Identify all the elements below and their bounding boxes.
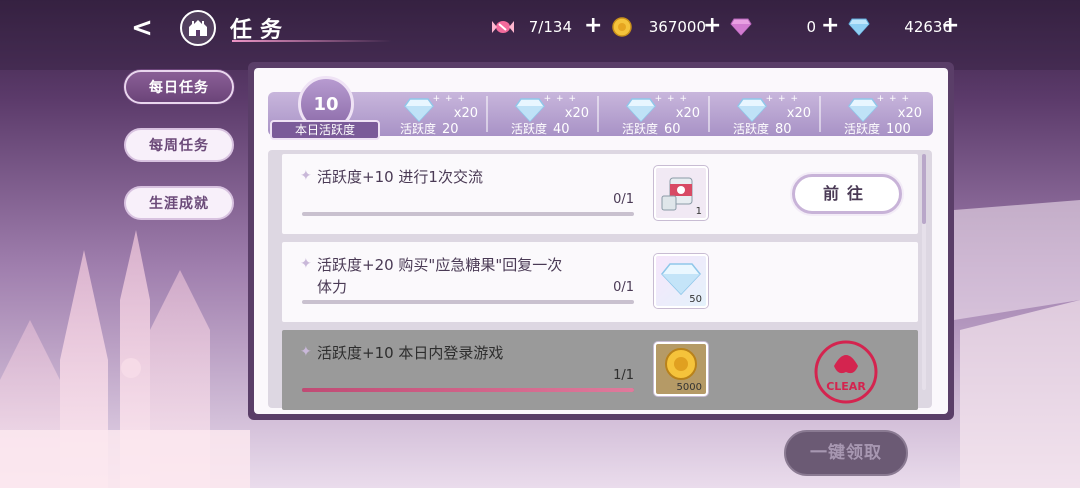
activity-reward-80[interactable]: + + + x20 活跃度 80 bbox=[711, 92, 821, 137]
pink-diamond-count: 0 bbox=[806, 18, 816, 36]
resource-gold: 367000 bbox=[612, 14, 706, 40]
reward-count: 5000 bbox=[676, 382, 702, 393]
reward-threshold-label: 活跃度 80 bbox=[733, 122, 792, 137]
claim-all-button[interactable]: 一键领取 bbox=[784, 430, 908, 476]
reward-item[interactable]: 50 bbox=[654, 254, 708, 308]
reward-multiplier: x20 bbox=[675, 106, 700, 121]
reward-count: 1 bbox=[695, 206, 702, 217]
reward-count: 50 bbox=[689, 294, 702, 305]
home-button[interactable] bbox=[180, 10, 216, 46]
task-progress-bar bbox=[302, 212, 634, 216]
add-candy-button[interactable]: + bbox=[584, 13, 602, 39]
task-progress-bar bbox=[302, 300, 634, 304]
diamond-icon bbox=[404, 98, 434, 122]
diamond-icon bbox=[737, 98, 767, 122]
blue-diamond-icon bbox=[848, 18, 870, 36]
reward-threshold-label: 活跃度 60 bbox=[622, 122, 681, 137]
reward-multiplier: x20 bbox=[564, 106, 589, 121]
task-progress-text: 0/1 bbox=[613, 280, 634, 295]
tab-weekly-tasks[interactable]: 每周任务 bbox=[124, 128, 234, 162]
task-row: ✦ 活跃度+20 购买"应急糖果"回复一次体力 0/1 50 bbox=[282, 242, 918, 322]
back-arrow-icon: < bbox=[131, 13, 153, 43]
reward-threshold-label: 活跃度 20 bbox=[400, 122, 459, 137]
task-progress-bar bbox=[302, 388, 634, 392]
resource-candy: 7/134 bbox=[490, 14, 572, 40]
task-progress-fill bbox=[302, 388, 634, 392]
back-button[interactable]: < bbox=[124, 10, 160, 46]
top-bar: < 任务 7/134 + 367000 + 0 + 42636 + bbox=[0, 0, 1080, 56]
tab-weekly-tasks-label: 每周任务 bbox=[149, 138, 209, 154]
diamond-icon bbox=[515, 98, 545, 122]
title-underline-decoration bbox=[232, 40, 392, 42]
blue-diamond-count: 42636 bbox=[904, 18, 952, 36]
reward-dots: + + + bbox=[876, 94, 910, 104]
activity-reward-60[interactable]: + + + x20 活跃度 60 bbox=[600, 92, 710, 137]
sparkle-icon: ✦ bbox=[300, 168, 312, 184]
gold-count: 367000 bbox=[648, 18, 706, 36]
castle-icon bbox=[189, 20, 207, 36]
resource-pink-diamond: 0 bbox=[730, 14, 816, 40]
reward-item[interactable]: 5000 bbox=[654, 342, 708, 396]
divider bbox=[597, 96, 599, 132]
diamond-icon bbox=[848, 98, 878, 122]
task-panel: + + + x20 活跃度 20 + + + x20 活跃度 40 + + + x2… bbox=[248, 62, 954, 420]
task-name: 活跃度+10 本日内登录游戏 bbox=[317, 344, 504, 362]
sparkle-icon: ✦ bbox=[300, 256, 312, 272]
divider bbox=[708, 96, 710, 132]
scrollbar-thumb[interactable] bbox=[922, 154, 926, 224]
divider bbox=[486, 96, 488, 132]
candy-count: 7/134 bbox=[528, 18, 572, 36]
sparkle-icon: ✦ bbox=[300, 344, 312, 360]
reward-dots: + + + bbox=[765, 94, 799, 104]
task-progress-text: 1/1 bbox=[613, 368, 634, 383]
daily-activity-badge: 10 本日活跃度 bbox=[270, 76, 380, 140]
task-row-completed: ✦ 活跃度+10 本日内登录游戏 1/1 5000 CLEAR bbox=[282, 330, 918, 410]
clear-stamp-icon: CLEAR bbox=[814, 340, 878, 404]
add-pink-diamond-button[interactable]: + bbox=[821, 13, 839, 39]
task-progress-text: 0/1 bbox=[613, 192, 634, 207]
reward-multiplier: x20 bbox=[897, 106, 922, 121]
tab-career-achievements-label: 生涯成就 bbox=[149, 196, 209, 212]
task-name: 活跃度+20 购买"应急糖果"回复一次体力 bbox=[317, 256, 563, 296]
tab-daily-tasks[interactable]: 每日任务 bbox=[124, 70, 234, 104]
clear-stamp-text: CLEAR bbox=[826, 380, 866, 393]
reward-dots: + + + bbox=[432, 94, 466, 104]
pink-diamond-icon bbox=[730, 18, 752, 36]
add-blue-diamond-button[interactable]: + bbox=[941, 13, 959, 39]
add-gold-button[interactable]: + bbox=[703, 13, 721, 39]
candy-icon bbox=[492, 21, 514, 33]
task-name: 活跃度+10 进行1次交流 bbox=[317, 168, 483, 186]
task-panel-inner: + + + x20 活跃度 20 + + + x20 活跃度 40 + + + x2… bbox=[254, 68, 948, 414]
reward-threshold-label: 活跃度 40 bbox=[511, 122, 570, 137]
resource-blue-diamond: 42636 bbox=[848, 14, 952, 40]
activity-reward-40[interactable]: + + + x20 活跃度 40 bbox=[489, 92, 599, 137]
gold-coin-icon bbox=[612, 17, 632, 37]
activity-reward-100[interactable]: + + + x20 活跃度 100 bbox=[822, 92, 930, 137]
reward-multiplier: x20 bbox=[453, 106, 478, 121]
diamond-icon bbox=[626, 98, 656, 122]
tab-daily-tasks-label: 每日任务 bbox=[149, 80, 209, 96]
reward-dots: + + + bbox=[543, 94, 577, 104]
reward-dots: + + + bbox=[654, 94, 688, 104]
go-button[interactable]: 前往 bbox=[792, 174, 902, 214]
activity-label: 本日活跃度 bbox=[270, 120, 380, 140]
task-row: ✦ 活跃度+10 进行1次交流 0/1 1 前往 bbox=[282, 154, 918, 234]
divider bbox=[819, 96, 821, 132]
reward-threshold-label: 活跃度 100 bbox=[844, 122, 911, 137]
activity-reward-20[interactable]: + + + x20 活跃度 20 bbox=[378, 92, 488, 137]
reward-item[interactable]: 1 bbox=[654, 166, 708, 220]
reward-multiplier: x20 bbox=[786, 106, 811, 121]
tab-career-achievements[interactable]: 生涯成就 bbox=[124, 186, 234, 220]
